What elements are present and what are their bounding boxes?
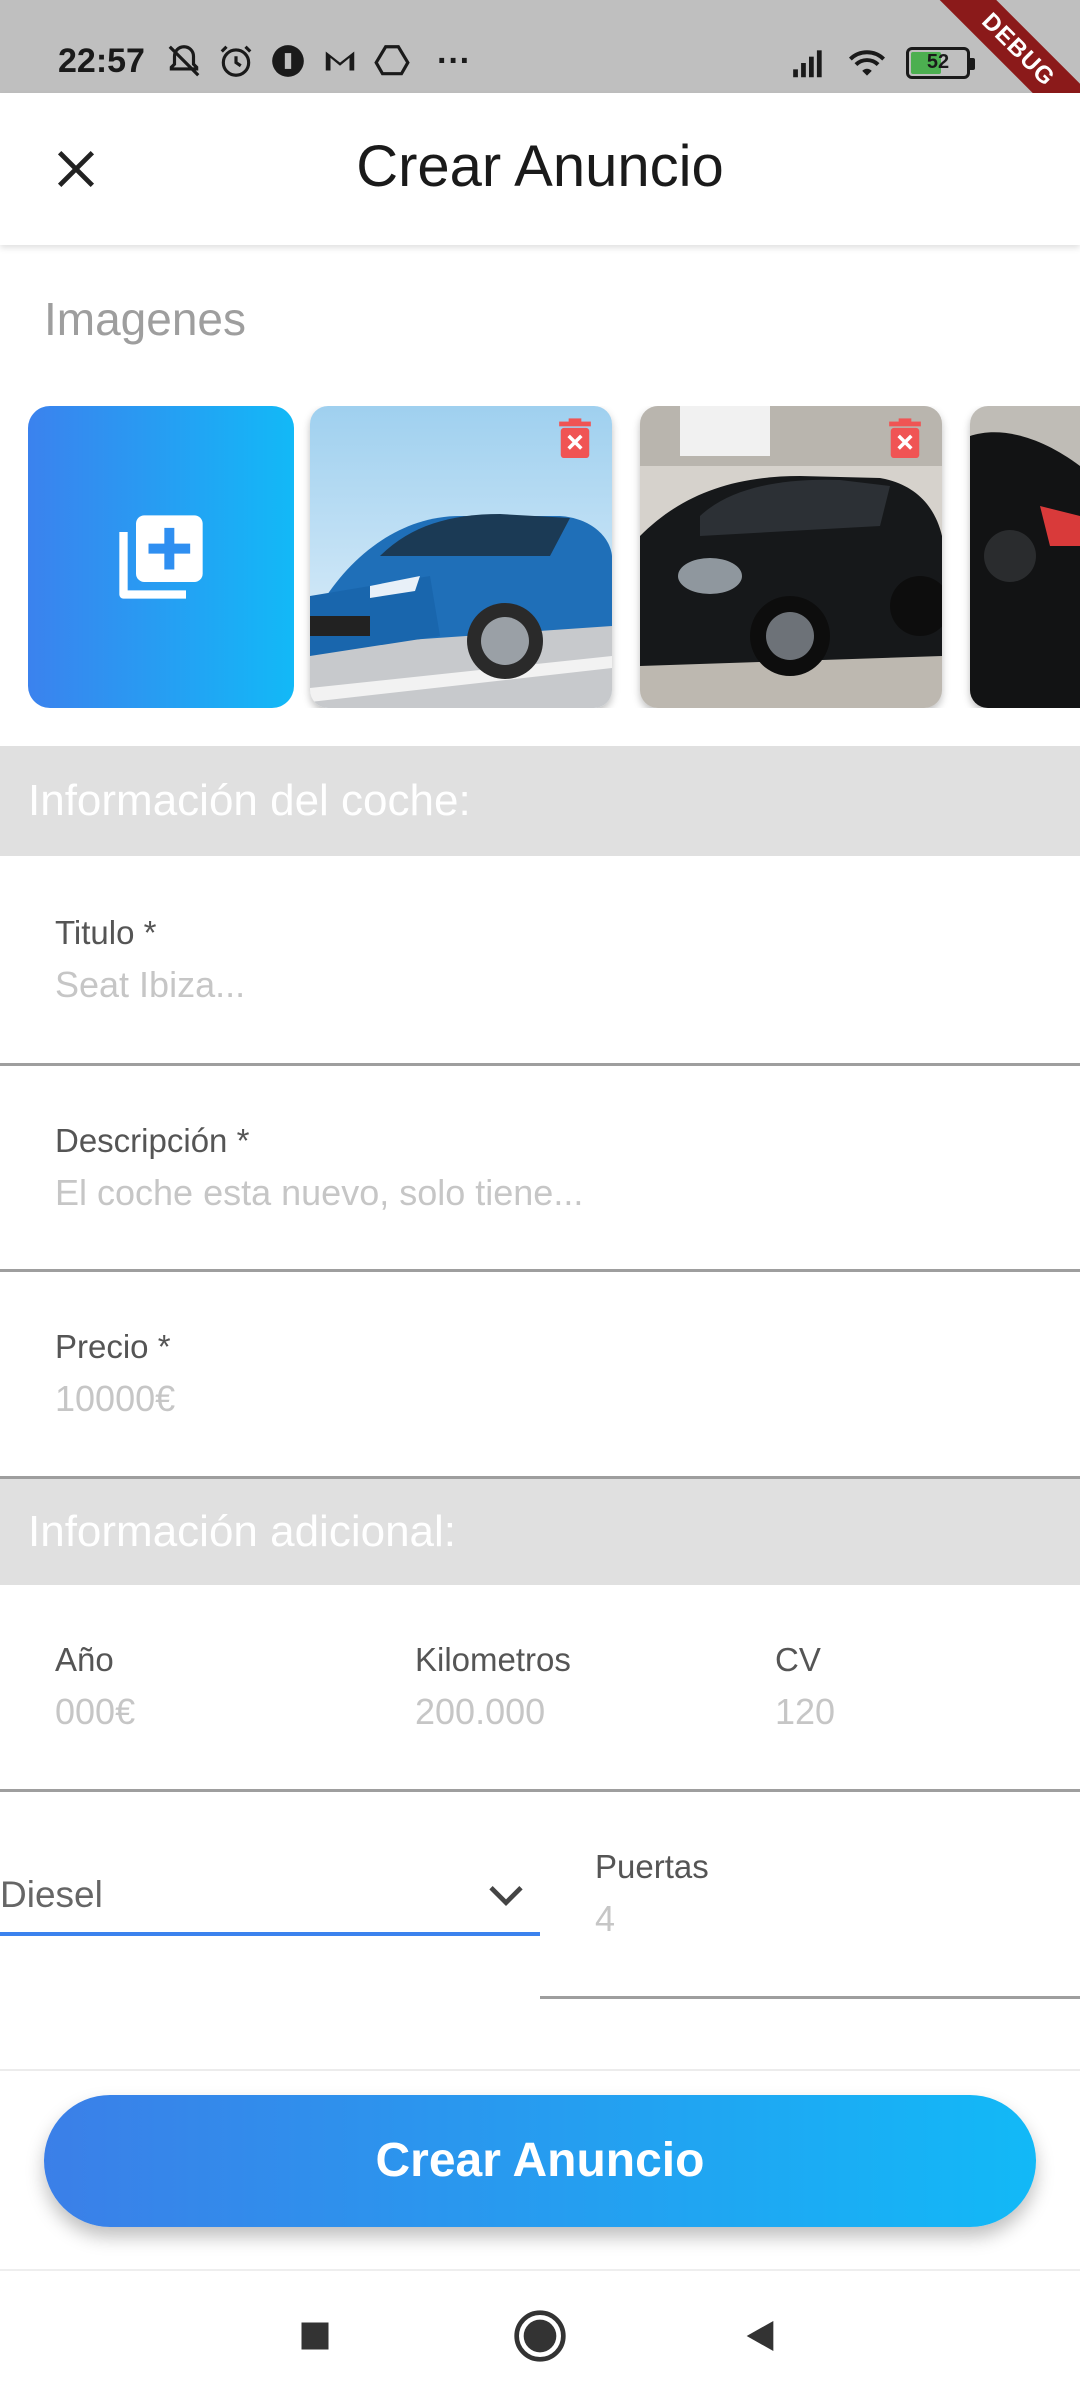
- recents-button[interactable]: [280, 2301, 350, 2371]
- doors-field[interactable]: Puertas 4: [540, 1792, 1080, 1999]
- kilometers-label: Kilometros: [415, 1641, 571, 1678]
- images-section-title: Imagenes: [44, 293, 247, 345]
- year-field[interactable]: Año 000€: [55, 1585, 355, 1792]
- circle-icon: [514, 2310, 566, 2362]
- bell-off-icon: [168, 45, 200, 77]
- drive-icon: [374, 45, 410, 76]
- price-field[interactable]: Precio * 10000€: [0, 1272, 1080, 1479]
- fuel-type-select[interactable]: Diesel: [0, 1826, 540, 1936]
- additional-info-title: Información adicional:: [28, 1507, 457, 1556]
- description-label: Descripción *: [55, 1122, 250, 1159]
- page-title: Crear Anuncio: [356, 134, 724, 199]
- status-time: 22:57: [58, 42, 145, 80]
- more-notifications: ···: [437, 42, 471, 80]
- chevron-down-icon: [489, 1886, 523, 1906]
- doors-label: Puertas: [595, 1848, 709, 1885]
- horsepower-placeholder: 120: [775, 1691, 836, 1732]
- doors-placeholder: 4: [595, 1898, 616, 1939]
- title-field[interactable]: Titulo * Seat Ibiza...: [0, 856, 1080, 1066]
- create-listing-button[interactable]: Crear Anuncio: [44, 2095, 1036, 2227]
- app-bar: Crear Anuncio: [0, 93, 1080, 245]
- app-icon: [272, 45, 304, 77]
- description-placeholder: El coche esta nuevo, solo tiene...: [55, 1172, 584, 1213]
- wifi-icon: [848, 50, 886, 76]
- back-button[interactable]: [725, 2301, 795, 2371]
- battery-icon: 52: [906, 47, 975, 79]
- home-button[interactable]: [505, 2301, 575, 2371]
- image-thumbnail[interactable]: [970, 406, 1080, 708]
- fuel-type-value: Diesel: [0, 1874, 103, 1915]
- car-info-title: Información del coche:: [28, 776, 471, 825]
- horsepower-field[interactable]: CV 120: [775, 1585, 1055, 1792]
- kilometers-placeholder: 200.000: [415, 1691, 546, 1732]
- signal-icon: [793, 50, 822, 78]
- delete-icon[interactable]: [886, 418, 924, 460]
- year-label: Año: [55, 1641, 114, 1678]
- bottom-action-area: Crear Anuncio: [0, 2069, 1080, 2269]
- price-placeholder: 10000€: [55, 1378, 176, 1419]
- image-thumbnail[interactable]: [640, 406, 942, 708]
- add-image-button[interactable]: [28, 406, 294, 708]
- image-thumbnail[interactable]: [310, 406, 612, 708]
- square-icon: [301, 2322, 329, 2350]
- status-bar: 22:57 ··· 52 DEBUG: [0, 0, 1080, 93]
- title-placeholder: Seat Ibiza...: [55, 964, 246, 1005]
- notification-icons: ···: [165, 42, 471, 80]
- car-photo-partial: [970, 406, 1080, 708]
- kilometers-field[interactable]: Kilometros 200.000: [415, 1585, 715, 1792]
- system-nav-bar: [0, 2269, 1080, 2400]
- system-icons: 52: [790, 44, 975, 82]
- back-triangle-icon: [746, 2321, 774, 2351]
- price-label: Precio *: [55, 1328, 171, 1365]
- battery-level: 52: [926, 51, 950, 73]
- gmail-icon: [325, 51, 355, 71]
- car-info-header: Información del coche:: [0, 746, 1080, 856]
- year-placeholder: 000€: [55, 1691, 136, 1732]
- alarm-icon: [220, 45, 252, 77]
- horsepower-label: CV: [775, 1641, 821, 1678]
- description-field[interactable]: Descripción * El coche esta nuevo, solo …: [0, 1066, 1080, 1272]
- additional-info-header: Información adicional:: [0, 1479, 1080, 1585]
- add-photo-icon: [119, 515, 203, 599]
- specs-row: Año 000€ Kilometros 200.000 CV 120: [0, 1585, 1080, 1792]
- title-label: Titulo *: [55, 914, 157, 951]
- images-carousel[interactable]: [28, 406, 1080, 708]
- delete-icon[interactable]: [556, 418, 594, 460]
